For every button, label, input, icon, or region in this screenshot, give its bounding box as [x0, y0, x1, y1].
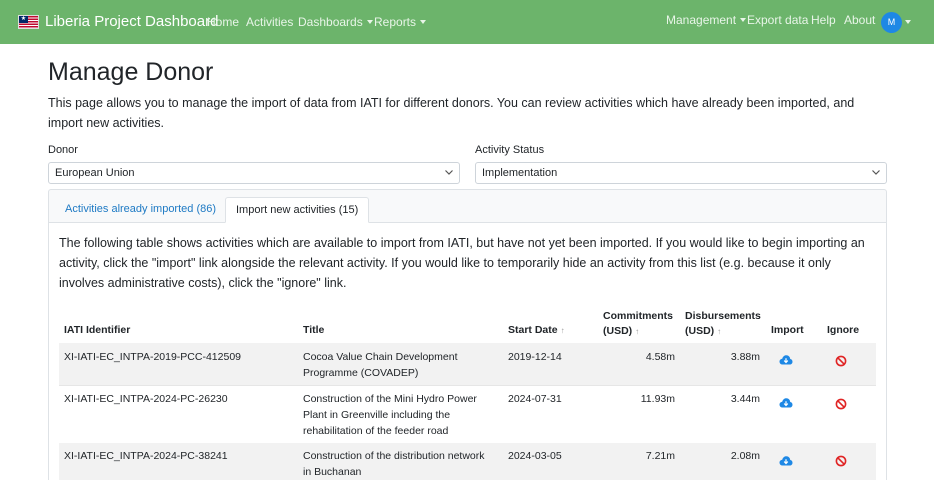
chevron-down-icon: [872, 170, 880, 175]
cloud-download-icon[interactable]: [779, 397, 793, 409]
cell-title-line: Plant in Greenville including the: [303, 409, 451, 421]
cell-title: Cocoa Value Chain Development Programme …: [303, 349, 457, 381]
nav-reports-label: Reports: [374, 15, 417, 29]
cell-start-date: 2024-03-05: [508, 450, 562, 462]
ban-icon[interactable]: [835, 398, 847, 410]
status-label: Activity Status: [475, 144, 545, 156]
nav-dashboards-label: Dashboards: [298, 15, 363, 29]
user-avatar[interactable]: M: [881, 12, 902, 33]
cell-title: Construction of the distribution network…: [303, 448, 485, 480]
donor-select-value: European Union: [55, 167, 135, 179]
page-intro: This page allows you to manage the impor…: [48, 96, 855, 130]
cell-title-line: Construction of the distribution network: [303, 450, 485, 462]
nav-management-label: Management: [666, 13, 737, 27]
nav-activities[interactable]: Activities: [246, 15, 293, 29]
cell-title: Construction of the Mini Hydro Power Pla…: [303, 391, 477, 439]
cell-identifier: XI-IATI-EC_INTPA-2024-PC-26230: [64, 393, 228, 405]
nav-dashboards-dropdown[interactable]: Dashboards: [298, 15, 373, 29]
cell-start-date: 2024-07-31: [508, 393, 562, 405]
header-title[interactable]: Title: [303, 324, 324, 336]
header-iati-identifier[interactable]: IATI Identifier: [64, 324, 130, 336]
ban-icon[interactable]: [835, 455, 847, 467]
cell-disbursements: 2.08m: [730, 450, 760, 462]
ban-icon[interactable]: [835, 355, 847, 367]
chevron-down-icon: [445, 170, 453, 175]
sort-arrow-icon: ↑: [560, 326, 565, 335]
nav-help[interactable]: Help: [811, 13, 836, 27]
header-ignore: Ignore: [827, 324, 860, 336]
nav-export-data[interactable]: Export data: [747, 13, 808, 27]
cell-start-date: 2019-12-14: [508, 351, 562, 363]
cloud-download-icon[interactable]: [779, 455, 793, 467]
header-start-date[interactable]: Start Date ↑: [508, 324, 565, 336]
sort-arrow-icon: ↑: [717, 327, 722, 336]
nav-reports-dropdown[interactable]: Reports: [374, 15, 426, 29]
tab-activities-imported[interactable]: Activities already imported (86): [55, 197, 226, 223]
brand-title: Liberia Project Dashboard: [45, 13, 219, 30]
table-description: The following table shows activities whi…: [59, 236, 865, 290]
cell-commitments: 4.58m: [645, 351, 675, 363]
header-commitments-line1: Commitments: [603, 310, 674, 322]
top-navbar: ★ Liberia Project Dashboard Home Activit…: [0, 0, 934, 44]
cell-title-line: rehabilitation of the feeder road: [303, 425, 449, 437]
status-select-value: Implementation: [482, 167, 558, 179]
nav-about[interactable]: About: [844, 13, 875, 27]
header-disbursements-line2: (USD): [685, 325, 715, 337]
cell-title-line: Construction of the Mini Hydro Power: [303, 393, 477, 405]
sort-arrow-icon: ↑: [635, 327, 640, 336]
brand[interactable]: ★ Liberia Project Dashboard: [18, 13, 218, 30]
cell-disbursements: 3.44m: [730, 393, 760, 405]
page-title: Manage Donor: [48, 58, 214, 86]
cell-title-line: Cocoa Value Chain Development: [303, 351, 458, 363]
header-commitments-line2: (USD): [603, 325, 633, 337]
nav-home[interactable]: Home: [207, 15, 239, 29]
header-commitments[interactable]: Commitments (USD) ↑: [603, 309, 673, 339]
header-start-date-label: Start Date: [508, 324, 558, 336]
donor-label: Donor: [48, 144, 78, 156]
cell-identifier: XI-IATI-EC_INTPA-2024-PC-38241: [64, 450, 228, 462]
cell-title-line: Programme (COVADEP): [303, 367, 419, 379]
cell-commitments: 7.21m: [645, 450, 675, 462]
nav-management-dropdown[interactable]: Management: [666, 13, 746, 27]
donor-select[interactable]: European Union: [48, 162, 460, 184]
chevron-down-icon[interactable]: [905, 20, 911, 24]
header-import: Import: [771, 324, 804, 336]
cell-commitments: 11.93m: [640, 393, 675, 405]
header-disbursements[interactable]: Disbursements (USD) ↑: [685, 309, 761, 339]
status-select[interactable]: Implementation: [475, 162, 887, 184]
tab-import-new[interactable]: Import new activities (15): [225, 197, 370, 223]
cell-disbursements: 3.88m: [730, 351, 760, 363]
liberia-flag-icon: ★: [18, 14, 39, 29]
cell-title-line: in Buchanan: [303, 466, 362, 478]
cell-identifier: XI-IATI-EC_INTPA-2019-PCC-412509: [64, 351, 242, 363]
header-disbursements-line1: Disbursements: [685, 310, 761, 322]
cloud-download-icon[interactable]: [779, 354, 793, 366]
